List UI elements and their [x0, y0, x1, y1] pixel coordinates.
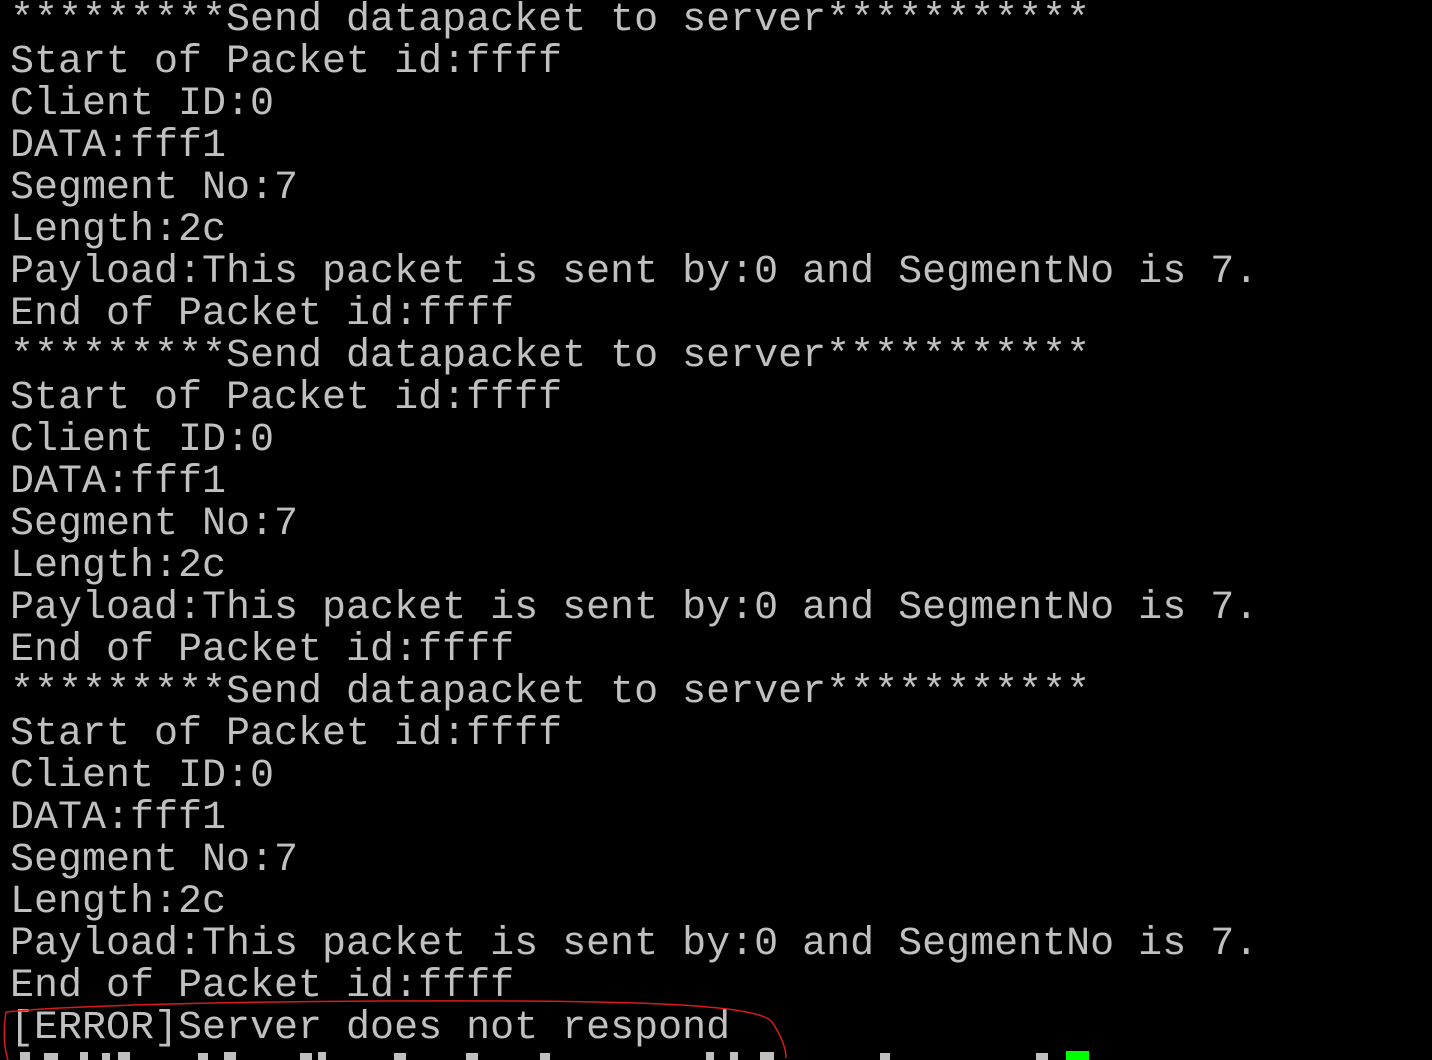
terminal-line: End of Packet id:ffff [10, 292, 515, 337]
terminal-line: Payload:This packet is sent by:0 and Seg… [10, 586, 1259, 631]
error-line: [ERROR]Server does not respond [10, 1006, 731, 1051]
terminal-line: End of Packet id:ffff [10, 964, 515, 1009]
terminal-line: DATA:fff1 [10, 124, 227, 169]
text-cursor [1066, 1051, 1089, 1060]
terminal-line: *********Send datapacket to server******… [10, 334, 1091, 379]
terminal-line: *********Send datapacket to server******… [10, 670, 1091, 715]
terminal-line: Payload:This packet is sent by:0 and Seg… [10, 250, 1259, 295]
terminal-line: Segment No:7 [10, 502, 299, 547]
terminal-line: DATA:fff1 [10, 796, 227, 841]
terminal-line: Client ID:0 [10, 418, 275, 463]
terminal-line: Start of Packet id:ffff [10, 376, 563, 421]
terminal-line: Segment No:7 [10, 838, 299, 883]
terminal-line: End of Packet id:ffff [10, 628, 515, 673]
terminal-line: Payload:This packet is sent by:0 and Seg… [10, 922, 1259, 967]
terminal-line: Client ID:0 [10, 82, 275, 127]
terminal-line: Segment No:7 [10, 166, 299, 211]
terminal-output: *********Send datapacket to server******… [10, 0, 1258, 1050]
terminal-line: Start of Packet id:ffff [10, 712, 563, 757]
terminal-line: DATA:fff1 [10, 460, 227, 505]
terminal-line: Length:2c [10, 880, 227, 925]
terminal-line: Length:2c [10, 544, 227, 589]
terminal-window[interactable]: *********Send datapacket to server******… [0, 0, 1432, 1060]
terminal-line: Start of Packet id:ffff [10, 40, 563, 85]
terminal-line: *********Send datapacket to server******… [10, 0, 1091, 43]
terminal-line: Client ID:0 [10, 754, 275, 799]
terminal-line: Length:2c [10, 208, 227, 253]
